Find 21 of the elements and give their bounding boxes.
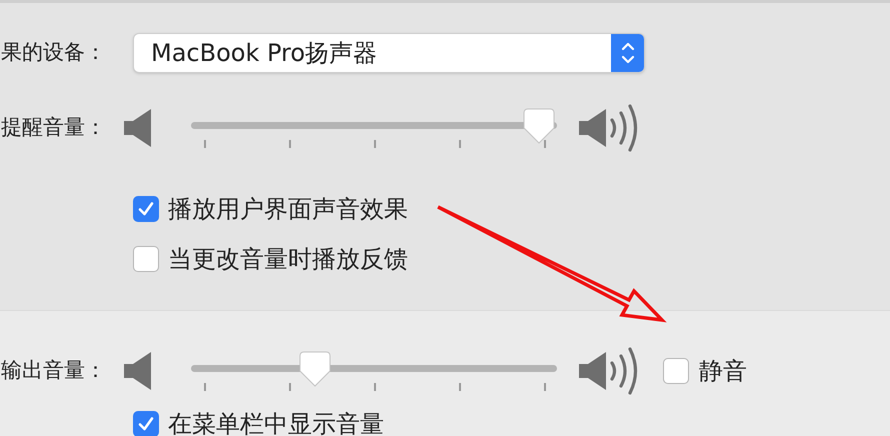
field-label: 提醒音量： [1, 114, 106, 142]
checkbox[interactable] [133, 196, 159, 222]
stepper-icon [611, 34, 644, 72]
checkbox-label: 在菜单栏中显示音量 [168, 409, 384, 436]
field-label: 果的设备： [1, 39, 106, 66]
checkbox[interactable] [663, 358, 689, 384]
slider-thumb[interactable] [522, 108, 555, 144]
speaker-quiet-icon [124, 352, 152, 390]
speaker-quiet-icon [124, 109, 152, 147]
device-dropdown[interactable]: MacBook Pro扬声器 [133, 33, 645, 73]
checkbox[interactable] [133, 411, 159, 436]
checkmark-icon [137, 415, 155, 433]
volume-slider[interactable] [191, 106, 557, 150]
checkbox-label: 静音 [699, 356, 747, 387]
checkmark-icon [137, 200, 155, 218]
checkbox-label: 播放用户界面声音效果 [168, 194, 408, 225]
checkbox-label: 当更改音量时播放反馈 [168, 244, 408, 275]
slider-thumb[interactable] [299, 351, 332, 387]
volume-slider[interactable] [191, 349, 557, 393]
field-label: 输出音量： [1, 357, 106, 384]
checkbox[interactable] [133, 246, 159, 272]
